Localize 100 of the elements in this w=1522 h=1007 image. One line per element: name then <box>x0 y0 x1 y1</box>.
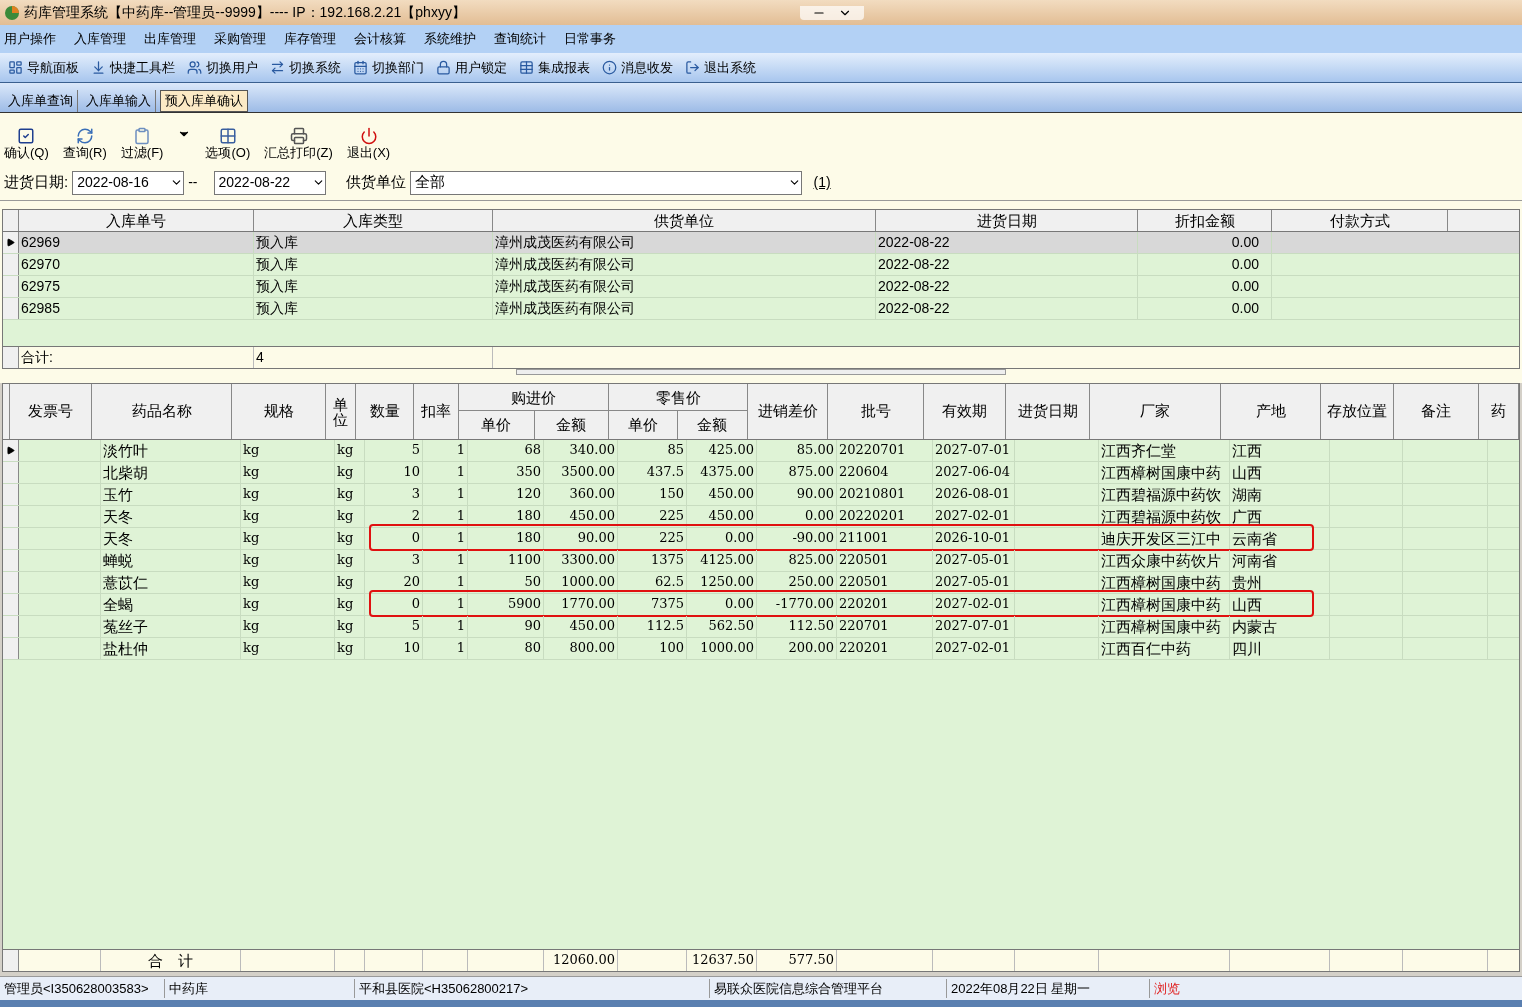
table-row[interactable]: 菟丝子 kg kg 5 1 90 450.00 112.5 562.50 112.50 220701 2027-07-01 江西樟树国康中药 内蒙古 <box>3 616 1519 638</box>
supplier-dropdown[interactable]: 全部 <box>409 170 802 195</box>
toolbar-button[interactable]: 切换部门 <box>353 57 424 78</box>
column-header[interactable]: 付款方式 <box>1272 210 1448 231</box>
table-cell: 450.00 <box>687 484 757 505</box>
table-cell: 淡竹叶 <box>101 440 241 461</box>
column-header[interactable]: 备注 <box>1394 384 1479 439</box>
column-header[interactable]: 供货单位 <box>493 210 876 231</box>
action-button[interactable]: 确认(Q) <box>4 126 49 161</box>
date-field[interactable]: 2022-08-16 <box>72 170 185 195</box>
table-cell: 1 <box>423 484 468 505</box>
column-header[interactable]: 单位 <box>326 384 356 439</box>
tab[interactable]: 入库单输入 <box>82 90 156 112</box>
tab[interactable]: 预入库单确认 <box>160 90 248 112</box>
column-header[interactable]: 进货日期 <box>876 210 1138 231</box>
column-header[interactable]: 扣率 <box>414 384 459 439</box>
table-cell: 预入库 <box>254 254 493 275</box>
table-cell: 2027-07-01 <box>933 440 1015 461</box>
table-cell: 20 <box>365 572 423 593</box>
table-cell: 江西樟树国康中药 <box>1099 594 1230 615</box>
action-button[interactable]: 过滤(F) <box>120 126 164 161</box>
table-cell: 0 <box>365 594 423 615</box>
table-cell: 225 <box>618 506 687 527</box>
column-header[interactable]: 入库单号 <box>19 210 254 231</box>
column-header[interactable]: 产地 <box>1221 384 1321 439</box>
column-header[interactable]: 进货日期 <box>1006 384 1090 439</box>
menu-item[interactable]: 出库管理 <box>144 29 196 49</box>
column-header[interactable]: 存放位置 <box>1321 384 1394 439</box>
column-header[interactable]: 折扣金额 <box>1138 210 1272 231</box>
table-cell: 360.00 <box>544 484 618 505</box>
table-cell: 漳州成茂医药有限公司 <box>493 298 876 319</box>
table-cell: kg <box>335 484 365 505</box>
table-row[interactable]: 天冬 kg kg 0 1 180 90.00 225 0.00 -90.00 211001 2026-10-01 迪庆开发区三江中 云南省 <box>3 528 1519 550</box>
table-cell: 2027-06-04 <box>933 462 1015 483</box>
column-header[interactable]: 发票号 <box>10 384 92 439</box>
column-header[interactable]: 金额 <box>534 411 608 439</box>
tab[interactable]: 入库单查询 <box>4 90 78 112</box>
column-header[interactable]: 单价 <box>459 411 535 439</box>
column-header[interactable]: 进销差价 <box>748 384 828 439</box>
table-row[interactable]: 淡竹叶 kg kg 5 1 68 340.00 85 425.00 85.00 20220701 2027-07-01 江西齐仁堂 江西 <box>3 440 1519 462</box>
action-button[interactable]: 汇总打印(Z) <box>264 126 333 161</box>
column-header[interactable]: 有效期 <box>924 384 1006 439</box>
action-button[interactable]: 选项(O) <box>205 126 251 161</box>
table-row[interactable]: 北柴胡 kg kg 10 1 350 3500.00 437.5 4375.00 875.00 220604 2027-06-04 江西樟树国康中药 山西 <box>3 462 1519 484</box>
column-header[interactable]: 药品名称 <box>92 384 232 439</box>
switch-icon <box>270 60 285 75</box>
table-row[interactable]: 蝉蜕 kg kg 3 1 1100 3300.00 1375 4125.00 825.00 220501 2027-05-01 江西众康中药饮片 河南省 <box>3 550 1519 572</box>
menu-item[interactable]: 库存管理 <box>284 29 336 49</box>
table-cell: 85.00 <box>757 440 837 461</box>
table-row[interactable]: 62985 预入库 漳州成茂医药有限公司 2022-08-22 0.00 <box>3 298 1519 320</box>
toolbar-button[interactable]: 用户锁定 <box>436 57 507 78</box>
column-header[interactable]: 金额 <box>677 411 747 439</box>
hint-link[interactable]: (1) <box>813 172 831 193</box>
table-row[interactable]: 62970 预入库 漳州成茂医药有限公司 2022-08-22 0.00 <box>3 254 1519 276</box>
menu-item[interactable]: 采购管理 <box>214 29 266 49</box>
menu-item[interactable]: 会计核算 <box>354 29 406 49</box>
toolbar-button[interactable]: 切换系统 <box>270 57 341 78</box>
toolbar-button[interactable]: 集成报表 <box>519 57 590 78</box>
menu-item[interactable]: 系统维护 <box>424 29 476 49</box>
column-header[interactable]: 数量 <box>356 384 414 439</box>
table-cell: 河南省 <box>1230 550 1330 571</box>
table-cell: 2022-08-22 <box>876 276 1138 297</box>
table-cell: 2027-02-01 <box>933 638 1015 659</box>
table-cell: kg <box>241 506 335 527</box>
table-cell: 20220201 <box>837 506 933 527</box>
column-header[interactable]: 厂家 <box>1090 384 1221 439</box>
action-button[interactable]: 查询(R) <box>62 126 107 161</box>
table-cell: kg <box>241 572 335 593</box>
column-header[interactable]: 入库类型 <box>254 210 493 231</box>
menu-item[interactable]: 用户操作 <box>4 29 56 49</box>
column-header[interactable]: 药 <box>1479 384 1519 439</box>
action-button[interactable]: 退出(X) <box>346 126 391 161</box>
column-header[interactable]: 规格 <box>232 384 326 439</box>
menu-item[interactable]: 入库管理 <box>74 29 126 49</box>
table-cell: 450.00 <box>544 616 618 637</box>
toolbar-button[interactable]: 快捷工具栏 <box>91 57 175 78</box>
table-row[interactable]: 62975 预入库 漳州成茂医药有限公司 2022-08-22 0.00 <box>3 276 1519 298</box>
table-cell: -90.00 <box>757 528 837 549</box>
table-row[interactable]: 薏苡仁 kg kg 20 1 50 1000.00 62.5 1250.00 250.00 220501 2027-05-01 江西樟树国康中药 贵州 <box>3 572 1519 594</box>
toolbar-button[interactable]: 消息收发 <box>602 57 673 78</box>
toolbar-button[interactable]: 退出系统 <box>685 57 756 78</box>
toolbar-button[interactable]: 切换用户 <box>187 57 258 78</box>
menu-item[interactable]: 查询统计 <box>494 29 546 49</box>
table-row[interactable]: 玉竹 kg kg 3 1 120 360.00 150 450.00 90.00 20210801 2026-08-01 江西碧福源中药饮 湖南 <box>3 484 1519 506</box>
column-header[interactable]: 单价 <box>609 411 678 439</box>
table-cell: 20220701 <box>837 440 933 461</box>
table-cell: kg <box>335 440 365 461</box>
table-row[interactable]: 全蝎 kg kg 0 1 5900 1770.00 7375 0.00 -1770.00 220201 2027-02-01 江西樟树国康中药 山西 <box>3 594 1519 616</box>
date-field[interactable]: 2022-08-22 <box>213 170 326 195</box>
table-cell: 2027-05-01 <box>933 550 1015 571</box>
toolbar-button[interactable]: 导航面板 <box>8 57 79 78</box>
menu-item[interactable]: 日常事务 <box>564 29 616 49</box>
table-cell: 江西齐仁堂 <box>1099 440 1230 461</box>
table-row[interactable]: 天冬 kg kg 2 1 180 450.00 225 450.00 0.00 20220201 2027-02-01 江西碧福源中药饮 广西 <box>3 506 1519 528</box>
table-cell: 1770.00 <box>544 594 618 615</box>
table-row[interactable]: 62969 预入库 漳州成茂医药有限公司 2022-08-22 0.00 <box>3 232 1519 254</box>
splitter-handle[interactable] <box>516 369 1006 375</box>
table-cell: 112.50 <box>757 616 837 637</box>
table-row[interactable]: 盐杜仲 kg kg 10 1 80 800.00 100 1000.00 200.00 220201 2027-02-01 江西百仁中药 四川 <box>3 638 1519 660</box>
column-header[interactable]: 批号 <box>828 384 924 439</box>
